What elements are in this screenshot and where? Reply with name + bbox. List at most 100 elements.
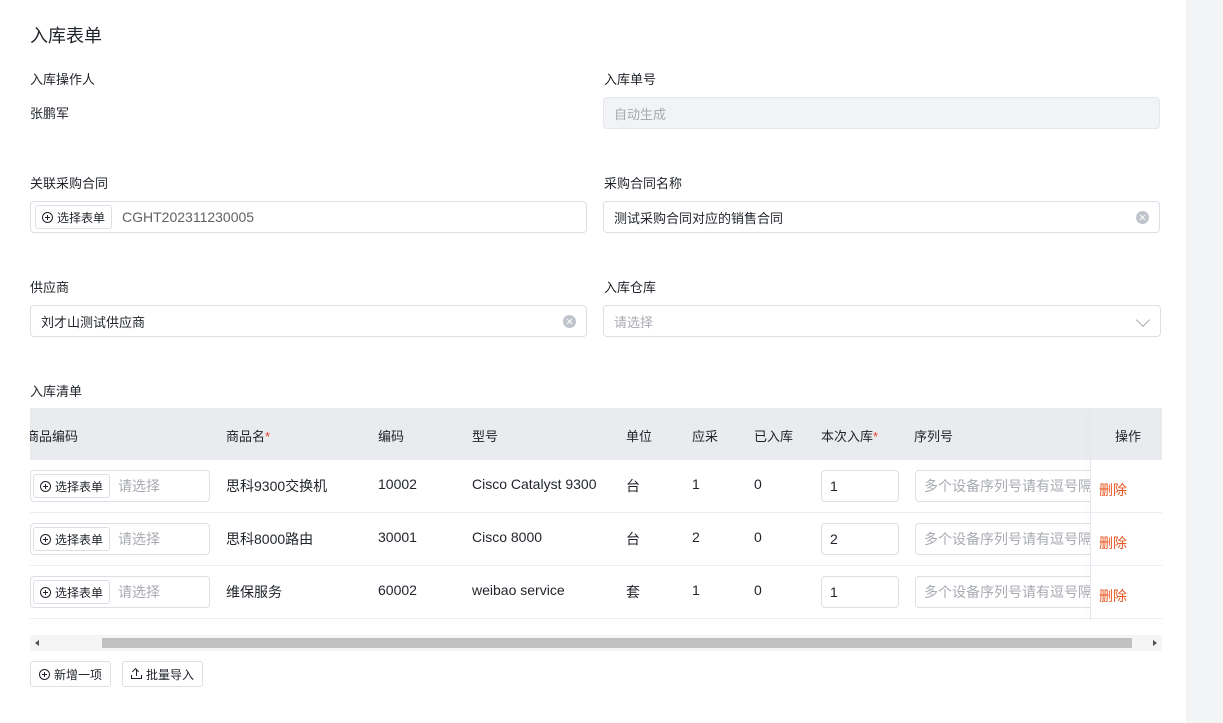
contract-select-button-label: 选择表单 [57,210,106,225]
horizontal-scrollbar[interactable] [30,635,1162,651]
product-model: weibao service [472,582,565,598]
plus-circle-icon [42,211,53,223]
this-time-qty-input[interactable]: 2 [821,523,899,555]
serial-placeholder: 多个设备序列号请有逗号隔开 [924,478,1095,494]
plus-circle-icon [39,668,50,680]
col-product-name: 商品名* [226,426,270,445]
contract-field[interactable]: 选择表单 CGHT202311230005 [30,201,587,233]
contract-name-value: 测试采购合同对应的销售合同 [614,210,784,226]
fixed-column-divider [1090,408,1091,620]
serial-placeholder: 多个设备序列号请有逗号隔开 [924,584,1095,600]
delete-link[interactable]: 删除 [1099,480,1127,500]
product-select-button[interactable]: 选择表单 [33,580,111,604]
inventory-section-label: 入库清单 [30,384,83,399]
upload-icon [131,667,142,679]
product-select-button-label: 选择表单 [55,479,104,494]
product-code-field[interactable]: 选择表单 请选择 [30,470,210,502]
this-time-qty-value: 2 [830,531,838,547]
warehouse-placeholder: 请选择 [614,314,654,330]
contract-value: CGHT202311230005 [122,209,255,225]
required-mark: * [873,429,879,444]
product-model: Cisco 8000 [472,529,543,545]
order-no-input: 自动生成 [603,97,1160,129]
contract-name-label: 采购合同名称 [604,176,683,191]
plus-circle-icon [40,586,51,598]
col-this-time-text: 本次入库 [821,429,874,444]
serial-input[interactable]: 多个设备序列号请有逗号隔开 [915,523,1095,555]
scroll-right-icon[interactable] [1153,640,1157,646]
serial-input[interactable]: 多个设备序列号请有逗号隔开 [915,576,1095,608]
order-no-placeholder: 自动生成 [614,106,667,122]
action-cell: 删除 [1090,513,1162,566]
product-select-button-label: 选择表单 [55,532,104,547]
col-action: 操作 [1115,429,1142,444]
product-name: 维保服务 [226,584,282,600]
action-cell: 删除 [1090,460,1162,513]
delete-link[interactable]: 删除 [1099,586,1127,606]
product-unit: 台 [626,531,640,547]
col-serial: 序列号 [914,429,954,444]
scroll-left-icon[interactable] [35,640,39,646]
col-product-name-text: 商品名 [226,429,266,444]
this-time-qty-input[interactable]: 1 [821,470,899,502]
this-time-qty-value: 1 [830,584,838,600]
col-product-code: 商品编码 [30,429,79,444]
warehouse-select[interactable]: 请选择 [603,305,1161,337]
col-model: 型号 [472,429,499,444]
col-expected: 应采 [692,429,719,444]
table-header: 商品编码 商品名* 编码 型号 单位 应采 已入库 本次入库* 序列号 [30,408,1162,460]
plus-circle-icon [40,480,51,492]
product-unit: 台 [626,478,640,494]
batch-import-button-label: 批量导入 [146,667,195,682]
delete-link[interactable]: 删除 [1099,533,1127,553]
product-select-placeholder: 请选择 [118,584,161,600]
serial-placeholder: 多个设备序列号请有逗号隔开 [924,531,1095,547]
add-item-button-label: 新增一项 [54,667,103,682]
product-name: 思科8000路由 [226,531,314,547]
scroll-thumb[interactable] [102,638,1132,648]
expected-qty: 1 [692,476,700,492]
batch-import-button[interactable]: 批量导入 [122,661,204,687]
received-qty: 0 [754,582,762,598]
chevron-down-icon [1135,312,1151,328]
product-select-button[interactable]: 选择表单 [33,527,111,551]
expected-qty: 2 [692,529,700,545]
product-code-field[interactable]: 选择表单 请选择 [30,576,210,608]
contract-name-input[interactable]: 测试采购合同对应的销售合同 [603,201,1160,233]
contract-label: 关联采购合同 [30,176,109,191]
this-time-qty-input[interactable]: 1 [821,576,899,608]
col-unit: 单位 [626,429,653,444]
clear-icon[interactable] [563,315,576,328]
operator-label: 入库操作人 [30,72,96,87]
col-this-time: 本次入库* [821,426,878,445]
warehouse-label: 入库仓库 [604,280,657,295]
required-mark: * [265,429,271,444]
table-row: 选择表单 请选择 维保服务 60002 weibao service 套 1 0… [30,566,1162,619]
product-code: 10002 [378,476,417,492]
plus-circle-icon [40,533,51,545]
right-rail [1186,0,1223,723]
product-select-placeholder: 请选择 [118,531,161,547]
supplier-value: 刘才山测试供应商 [41,314,146,330]
add-item-button[interactable]: 新增一项 [30,661,112,687]
product-name: 思科9300交换机 [226,478,328,494]
table-row: 选择表单 请选择 思科8000路由 30001 Cisco 8000 台 2 0… [30,513,1162,566]
operator-value: 张鹏军 [30,106,70,121]
serial-input[interactable]: 多个设备序列号请有逗号隔开 [915,470,1095,502]
action-column-header: 操作 [1090,408,1162,460]
product-code: 30001 [378,529,417,545]
clear-icon[interactable] [1136,211,1149,224]
product-select-placeholder: 请选择 [118,478,161,494]
contract-select-button[interactable]: 选择表单 [35,205,113,229]
product-code-field[interactable]: 选择表单 请选择 [30,523,210,555]
order-no-label: 入库单号 [604,72,657,87]
expected-qty: 1 [692,582,700,598]
received-qty: 0 [754,476,762,492]
product-select-button[interactable]: 选择表单 [33,474,111,498]
product-unit: 套 [626,584,640,600]
product-model: Cisco Catalyst 9300 [472,476,597,492]
supplier-input[interactable]: 刘才山测试供应商 [30,305,587,337]
product-code: 60002 [378,582,417,598]
page-title: 入库表单 [30,26,102,46]
inventory-table: 商品编码 商品名* 编码 型号 单位 应采 已入库 本次入库* 序列号 选择表单… [30,408,1162,620]
